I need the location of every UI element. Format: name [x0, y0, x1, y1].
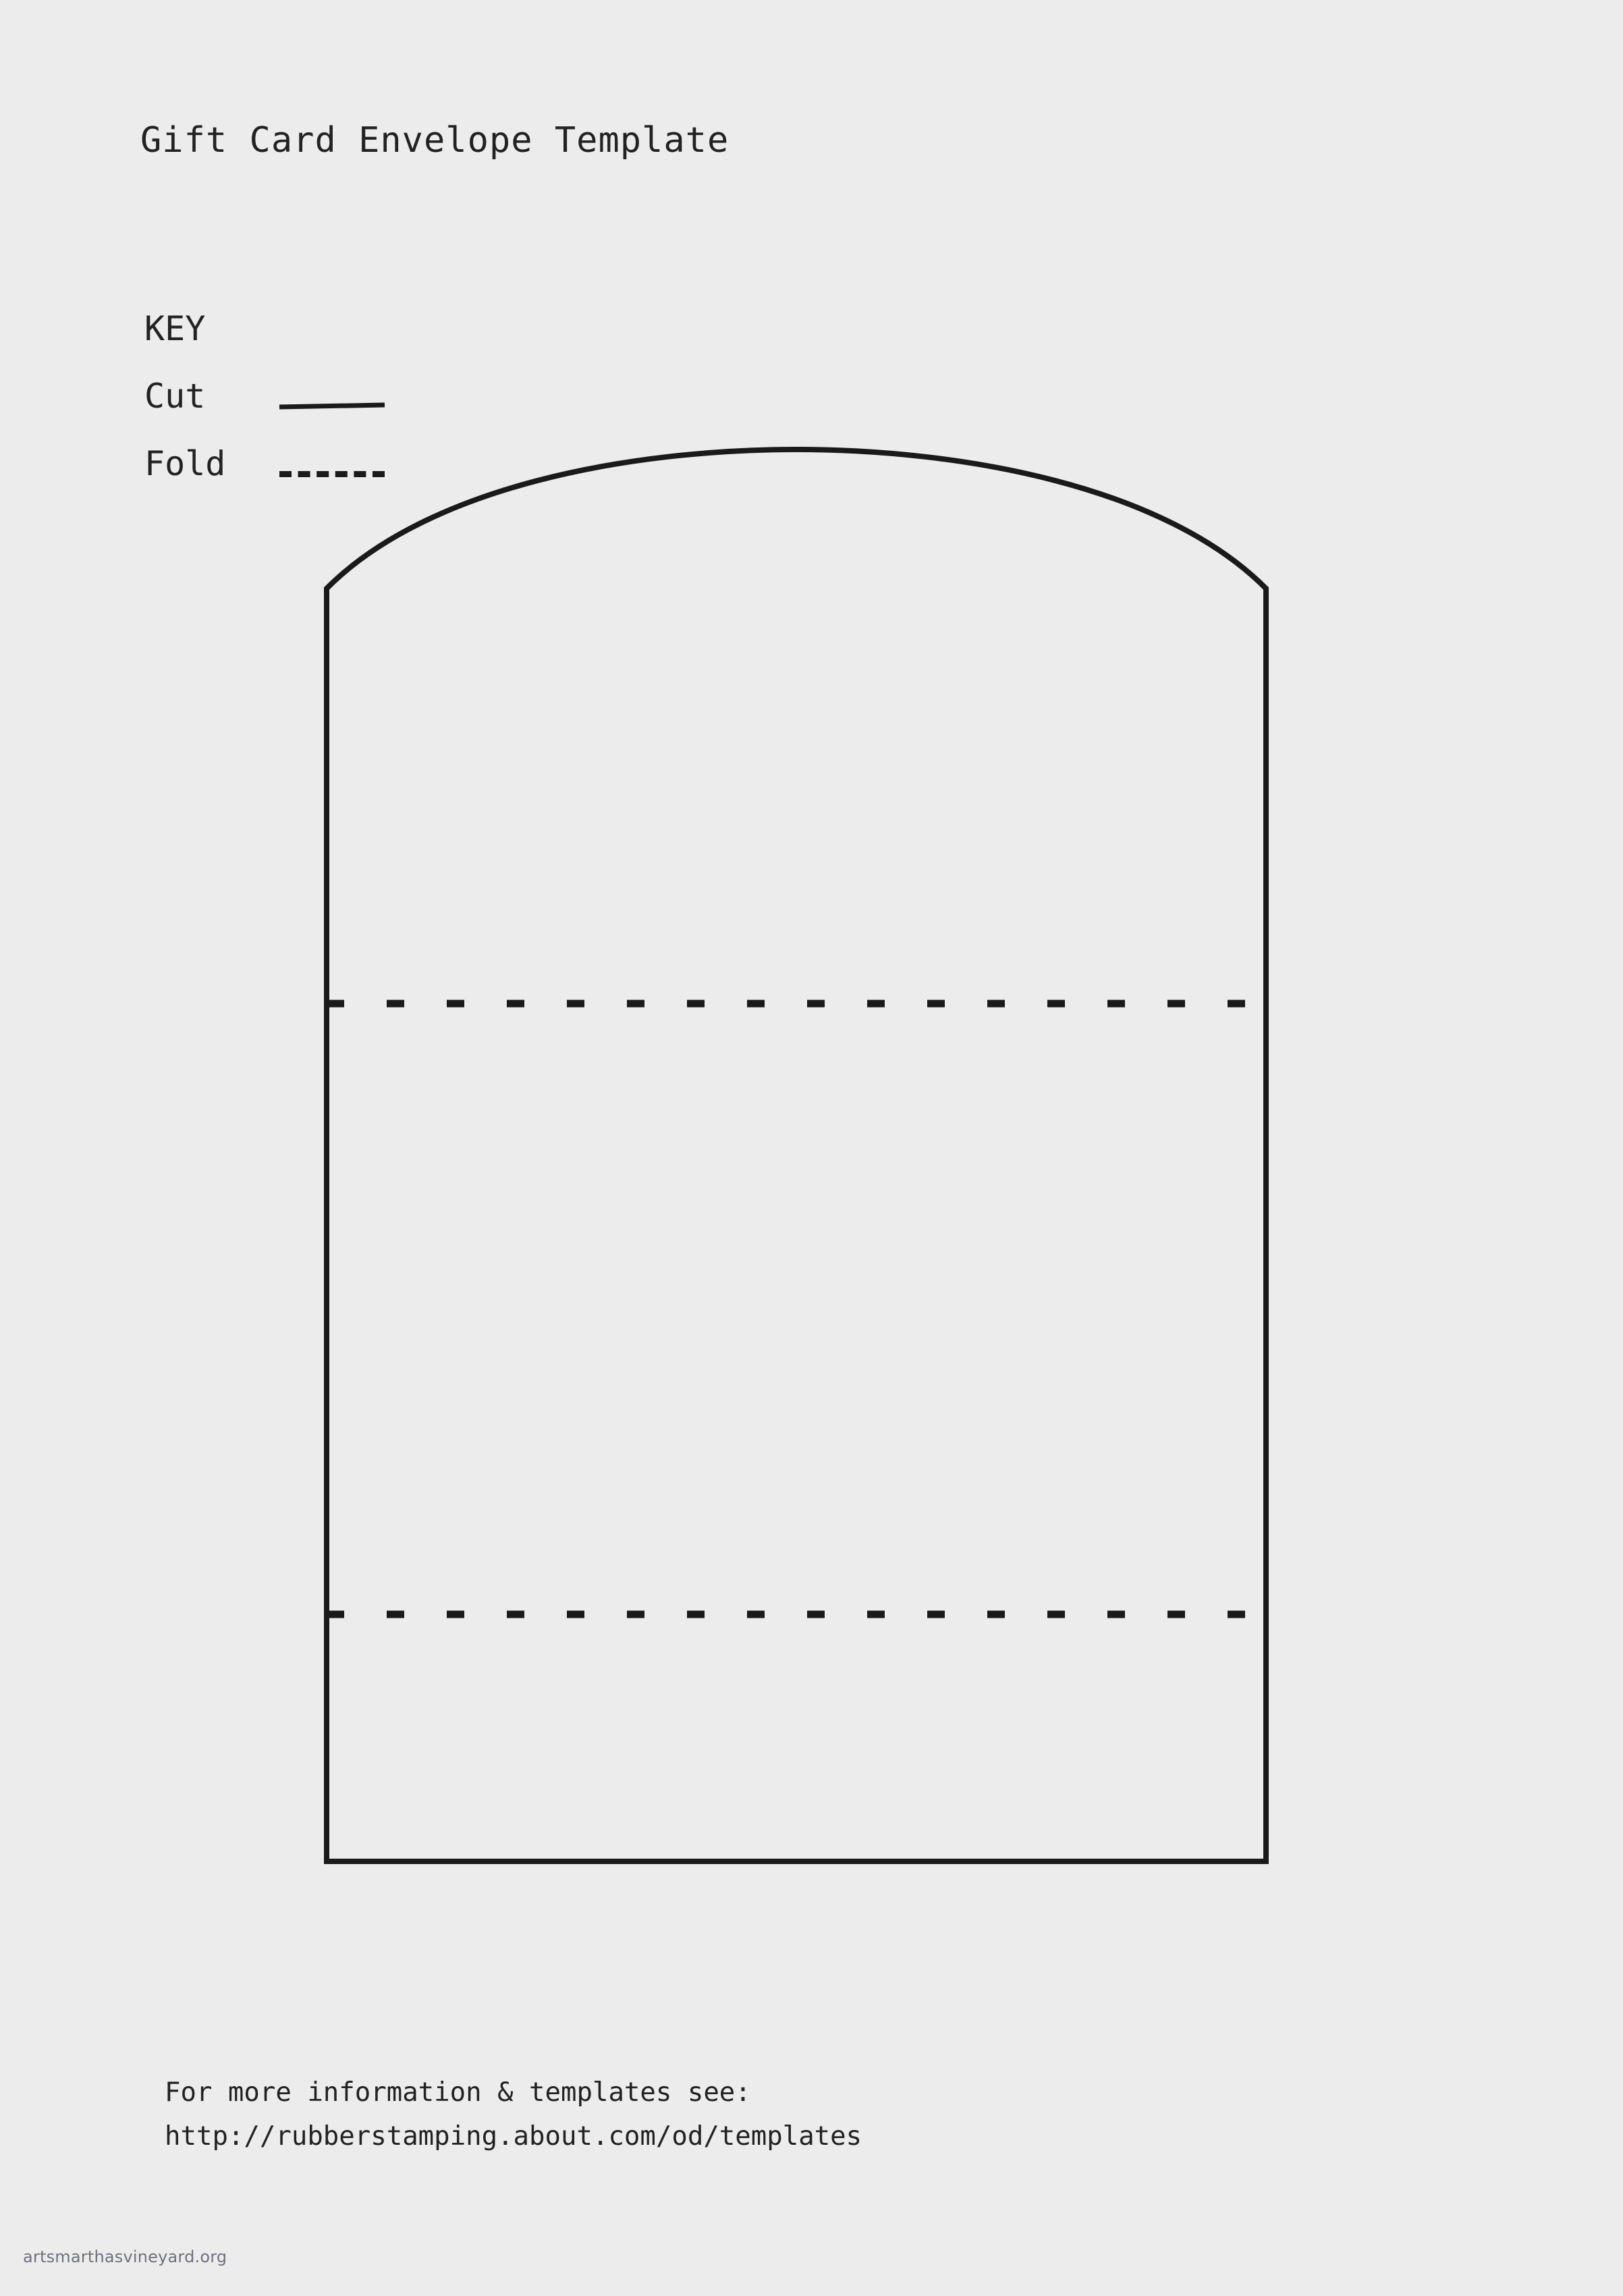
site-watermark: artsmarthasvineyard.org — [23, 2247, 227, 2266]
key-item-cut-label: Cut — [144, 377, 206, 416]
footer-note: For more information & templates see: ht… — [165, 2071, 862, 2158]
envelope-template-diagram — [307, 446, 1313, 1883]
cut-line-sample-icon — [279, 402, 385, 410]
envelope-cut-outline — [324, 446, 1269, 1864]
key-item-fold-label: Fold — [144, 444, 226, 483]
footer-note-line-1: For more information & templates see: — [165, 2077, 751, 2108]
envelope-outline-svg — [324, 446, 1269, 1864]
footer-note-url: http://rubberstamping.about.com/od/templ… — [165, 2121, 862, 2152]
page-canvas: Gift Card Envelope Template KEY Cut Fold… — [0, 0, 1623, 2296]
key-item-cut: Cut — [144, 379, 455, 447]
key-heading: KEY — [144, 309, 206, 348]
page-title: Gift Card Envelope Template — [140, 120, 730, 161]
key-heading-row: KEY — [144, 312, 455, 379]
